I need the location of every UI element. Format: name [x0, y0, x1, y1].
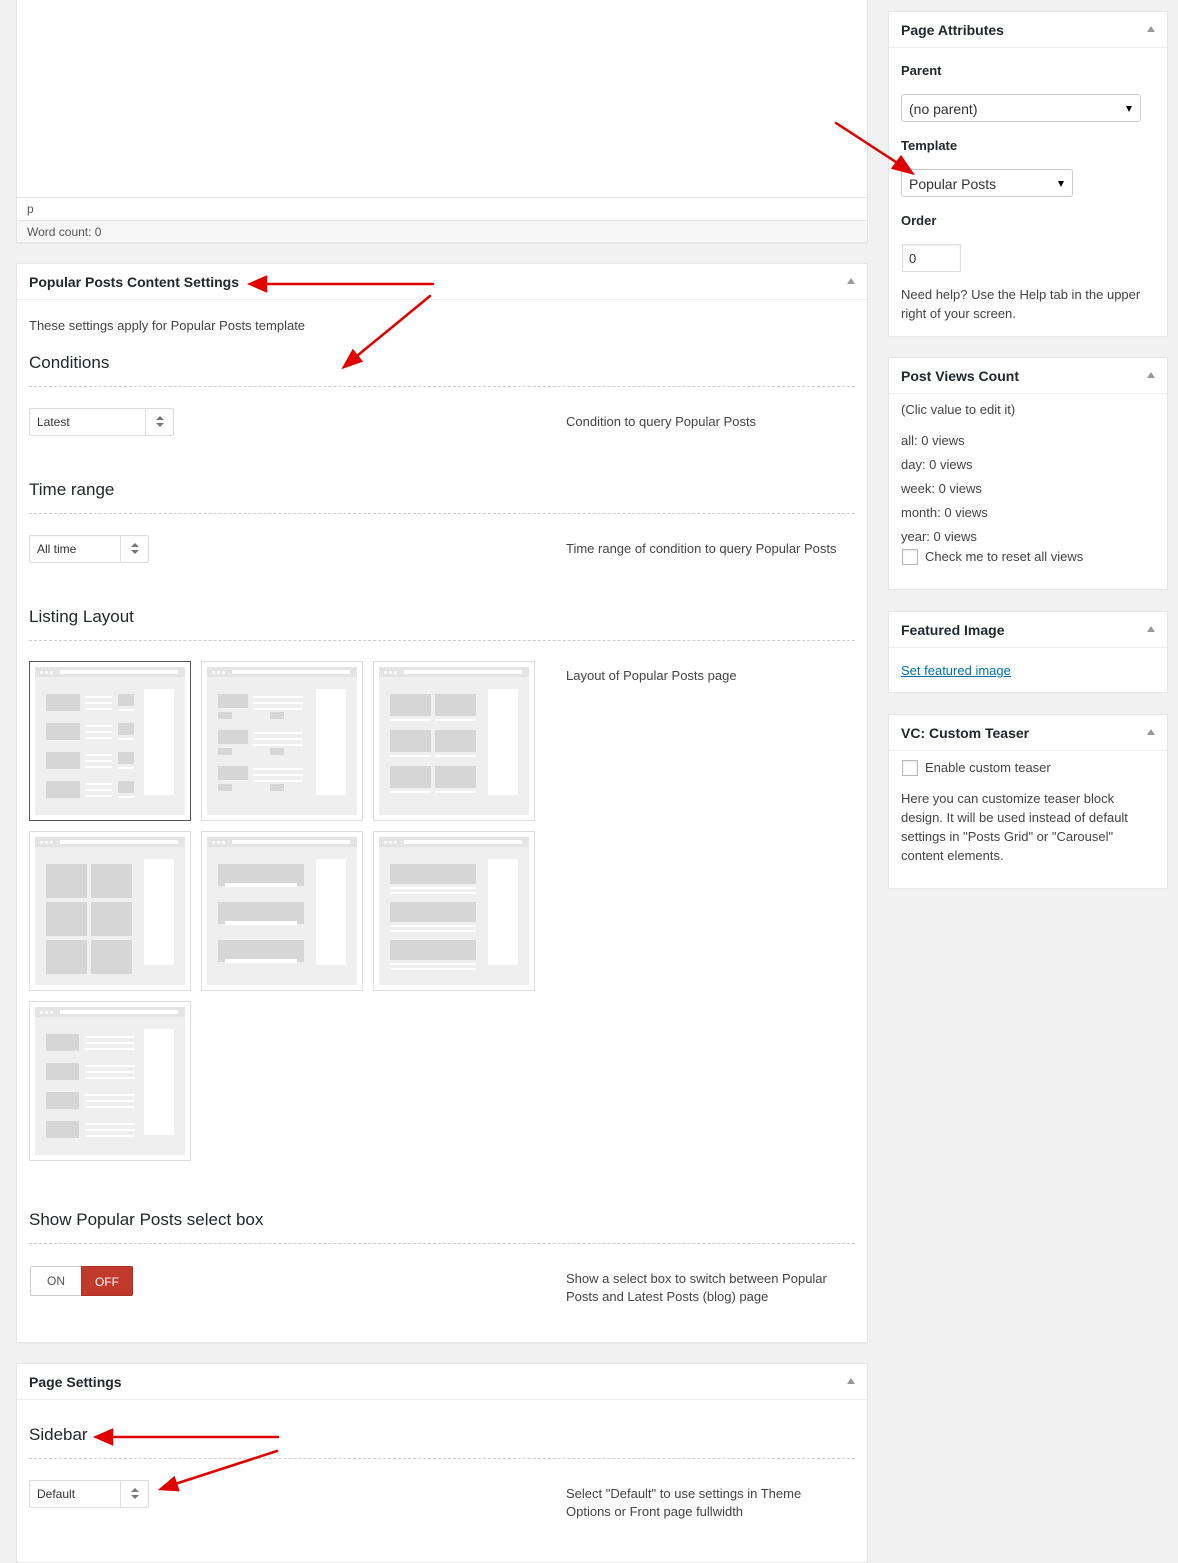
page-settings-title: Page Settings [29, 1374, 122, 1390]
collapse-toggle-icon[interactable] [1147, 372, 1155, 378]
switch-on-label[interactable]: ON [31, 1267, 81, 1295]
time-range-help: Time range of condition to query Popular… [566, 541, 837, 556]
select-box-help-1: Show a select box to switch between Popu… [566, 1271, 827, 1286]
layout-option-6[interactable] [373, 831, 535, 991]
listing-layout-help: Layout of Popular Posts page [566, 668, 737, 683]
sidebar-help-2: Options or Front page fullwidth [566, 1504, 744, 1519]
vc-teaser-desc-1: Here you can customize teaser block [901, 791, 1115, 806]
on-off-switch[interactable]: ON OFF [30, 1266, 133, 1296]
vc-custom-teaser-header[interactable]: VC: Custom Teaser [889, 715, 1167, 751]
conditions-heading: Conditions [29, 353, 110, 372]
collapse-toggle-icon[interactable] [847, 278, 855, 284]
page-attributes-help-1: Need help? Use the Help tab in the upper [901, 287, 1141, 302]
order-input-value: 0 [909, 251, 917, 266]
parent-select-value: (no parent) [909, 101, 978, 117]
popular-posts-settings-header[interactable]: Popular Posts Content Settings [17, 264, 867, 300]
sidebar-select-value: Default [37, 1487, 76, 1501]
vc-teaser-desc-4: content elements. [901, 848, 1004, 863]
parent-select[interactable]: (no parent) [901, 94, 1141, 122]
popular-posts-settings-title: Popular Posts Content Settings [29, 274, 240, 290]
layout-option-2[interactable] [201, 661, 363, 821]
dropdown-arrow-icon [1058, 181, 1064, 187]
conditions-select[interactable]: Latest [29, 408, 174, 436]
listing-layout-heading: Listing Layout [29, 607, 134, 626]
editor-path: p [27, 202, 34, 216]
dropdown-arrow-icon [1126, 106, 1132, 112]
select-box-heading: Show Popular Posts select box [29, 1210, 264, 1229]
template-label: Template [901, 138, 958, 153]
time-range-select[interactable]: All time [29, 535, 149, 563]
order-label: Order [901, 213, 937, 228]
listing-layout-divider [29, 640, 855, 641]
time-range-select-value: All time [37, 542, 77, 556]
template-select[interactable]: Popular Posts [901, 169, 1073, 197]
page-attributes-box: Page Attributes Parent (no parent) Templ… [888, 11, 1168, 337]
sidebar-select[interactable]: Default [29, 1480, 149, 1508]
template-select-value: Popular Posts [909, 176, 997, 192]
post-views-box: Post Views Count (Clic value to edit it)… [888, 357, 1168, 590]
editor-content-area[interactable] [17, 0, 867, 197]
select-arrows-icon [120, 536, 148, 562]
layout-option-7[interactable] [29, 1001, 191, 1161]
vc-custom-teaser-box: VC: Custom Teaser Enable custom teaser H… [888, 714, 1168, 889]
views-month[interactable]: month: 0 views [901, 503, 988, 522]
popular-posts-settings-box: Popular Posts Content Settings These set… [16, 263, 868, 1343]
conditions-help: Condition to query Popular Posts [566, 414, 757, 429]
sidebar-heading: Sidebar [29, 1425, 88, 1444]
featured-image-box: Featured Image Set featured image [888, 611, 1168, 693]
word-count-bar: Word count: 0 [17, 220, 867, 242]
reset-views-checkbox[interactable] [902, 549, 918, 565]
popular-posts-intro: These settings apply for Popular Posts t… [29, 318, 306, 333]
conditions-select-value: Latest [37, 415, 70, 429]
select-box-help-2: Posts and Latest Posts (blog) page [566, 1289, 769, 1304]
layout-option-4[interactable] [29, 831, 191, 991]
collapse-toggle-icon[interactable] [847, 1378, 855, 1384]
time-range-heading: Time range [29, 480, 115, 499]
vc-custom-teaser-title: VC: Custom Teaser [901, 725, 1030, 741]
editor-box: p Word count: 0 [16, 0, 868, 243]
page-attributes-title: Page Attributes [901, 22, 1004, 38]
collapse-toggle-icon[interactable] [1147, 729, 1155, 735]
page-attributes-header[interactable]: Page Attributes [889, 12, 1167, 48]
sidebar-divider [29, 1458, 855, 1459]
word-count: Word count: 0 [27, 225, 102, 239]
editor-path-bar: p [17, 197, 867, 220]
layout-option-1[interactable] [29, 661, 191, 821]
set-featured-image-link[interactable]: Set featured image [901, 661, 1011, 680]
views-week[interactable]: week: 0 views [901, 479, 982, 498]
select-arrows-icon [145, 409, 173, 435]
vc-teaser-desc-2: design. It will be used instead of defau… [901, 810, 1128, 825]
views-day[interactable]: day: 0 views [901, 455, 973, 474]
switch-off-label[interactable]: OFF [81, 1266, 133, 1296]
featured-image-header[interactable]: Featured Image [889, 612, 1167, 648]
views-all[interactable]: all: 0 views [901, 431, 965, 450]
conditions-divider [29, 386, 855, 387]
collapse-toggle-icon[interactable] [1147, 26, 1155, 32]
vc-teaser-desc-3: settings in "Posts Grid" or "Carousel" [901, 829, 1114, 844]
post-views-hint: (Clic value to edit it) [901, 402, 1016, 417]
post-views-header[interactable]: Post Views Count [889, 358, 1167, 394]
page-settings-header[interactable]: Page Settings [17, 1364, 867, 1400]
time-range-divider [29, 513, 855, 514]
layout-option-5[interactable] [201, 831, 363, 991]
sidebar-help-1: Select "Default" to use settings in Them… [566, 1486, 802, 1501]
select-arrows-icon [120, 1481, 148, 1507]
select-box-divider [29, 1243, 855, 1244]
enable-custom-teaser-label: Enable custom teaser [925, 760, 1051, 775]
layout-option-3[interactable] [373, 661, 535, 821]
post-views-title: Post Views Count [901, 368, 1019, 384]
reset-views-label: Check me to reset all views [925, 549, 1084, 564]
views-year[interactable]: year: 0 views [901, 527, 977, 546]
page-settings-box: Page Settings Sidebar Default Select "De… [16, 1363, 868, 1563]
order-input[interactable]: 0 [902, 244, 961, 272]
collapse-toggle-icon[interactable] [1147, 626, 1155, 632]
featured-image-title: Featured Image [901, 622, 1005, 638]
enable-custom-teaser-checkbox[interactable] [902, 760, 918, 776]
page-attributes-help-2: right of your screen. [901, 306, 1016, 321]
parent-label: Parent [901, 63, 942, 78]
